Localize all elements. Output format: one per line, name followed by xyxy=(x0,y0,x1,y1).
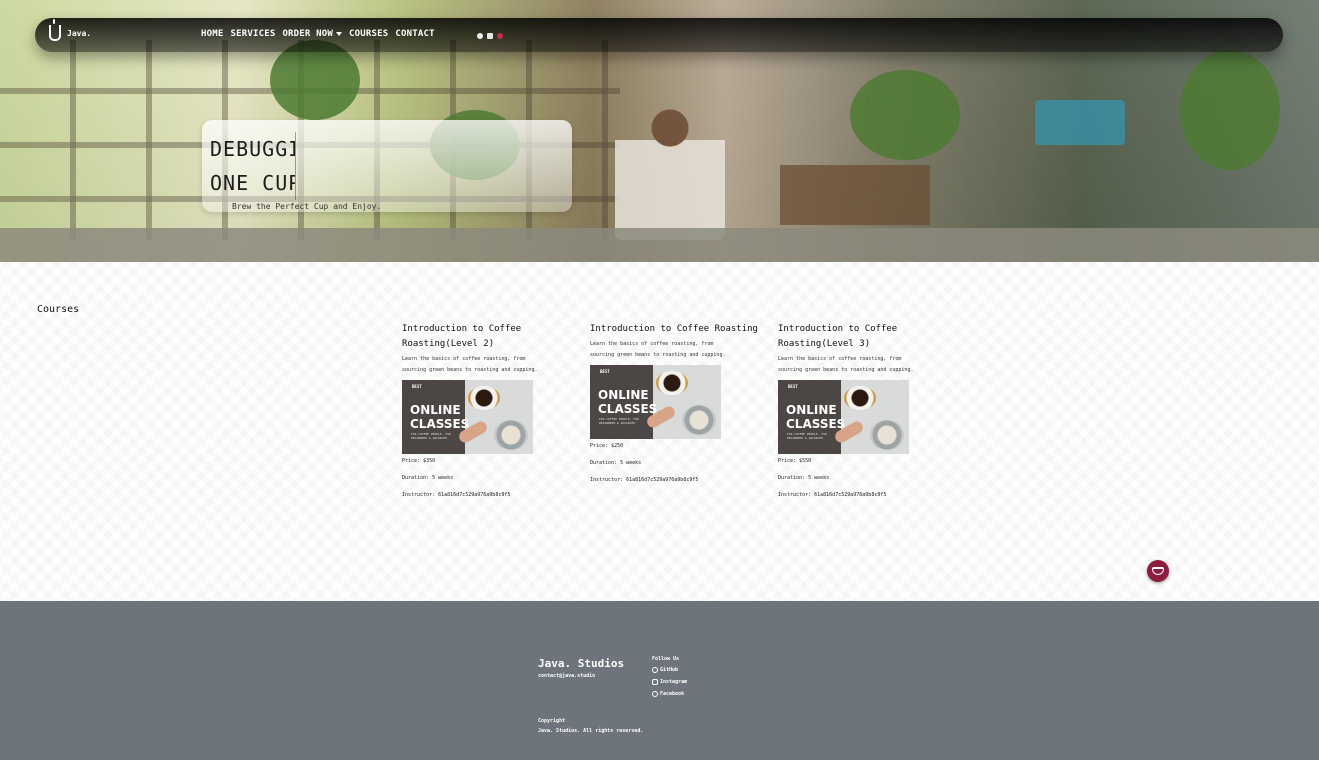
course-price: Price: $550 xyxy=(778,458,812,464)
course-thumbnail[interactable]: BEST ONLINE CLASSES FOR COFFEE PEOPLE, F… xyxy=(590,365,721,439)
thumb-headline: ONLINE CLASSES xyxy=(410,403,470,431)
thumb-note: FOR COFFEE PEOPLE, FOR BEGINNERS & ADVAN… xyxy=(787,432,827,440)
hero-counter-art xyxy=(0,228,1319,262)
nav-order-now-label: ORDER NOW xyxy=(282,29,334,39)
hero-headline: DEBUGGIN ONE CUP xyxy=(210,132,296,200)
footer-github-label: GitHub xyxy=(660,667,679,673)
footer-instagram-label: Instagram xyxy=(660,679,688,685)
course-card[interactable]: Introduction to Coffee Roasting Learn th… xyxy=(590,322,758,483)
hero-headline-line2: ONE CUP xyxy=(210,171,296,195)
course-title: Introduction to Coffee Roasting(Level 3) xyxy=(778,324,898,349)
hero-subline: Brew the Perfect Cup and Enjoy. xyxy=(232,202,382,211)
nav-courses-link[interactable]: COURSES xyxy=(349,29,388,39)
nav-icons xyxy=(477,33,503,39)
nav-order-now-dropdown[interactable]: ORDER NOW xyxy=(282,29,343,39)
thumb-note: FOR COFFEE PEOPLE, FOR BEGINNERS & ADVAN… xyxy=(411,432,451,440)
course-description: Learn the basics of coffee roasting, fro… xyxy=(402,356,538,373)
instagram-icon xyxy=(652,679,658,685)
hero-plant-art xyxy=(270,40,360,120)
facebook-icon xyxy=(652,691,658,697)
footer-brand: Java. Studios xyxy=(538,657,625,670)
footer-copyright-heading: Copyright xyxy=(538,718,566,724)
hero-shelf-art xyxy=(780,165,930,225)
footer: Java. Studios contact@java.studio Follow… xyxy=(0,601,1319,760)
course-instructor: Instructor: 61a816d7c529a976a9b8c9f5 xyxy=(778,492,887,498)
thumb-small-text: BEST xyxy=(788,384,798,389)
navbar: Java. HOME SERVICES ORDER NOW COURSES CO… xyxy=(35,18,1283,52)
thumb-note: FOR COFFEE PEOPLE, FOR BEGINNERS & ADVAN… xyxy=(599,417,639,425)
coffee-cup-image xyxy=(656,371,688,395)
hero-machine-art xyxy=(1035,100,1125,145)
footer-github-link[interactable]: GitHub xyxy=(652,667,678,673)
course-duration: Duration: 5 weeks xyxy=(590,460,642,466)
hero-card: DEBUGGIN ONE CUP Brew the Perfect Cup an… xyxy=(202,120,572,212)
course-description: Learn the basics of coffee roasting, fro… xyxy=(590,341,726,358)
coffee-cup-image xyxy=(844,386,876,410)
course-duration: Duration: 5 weeks xyxy=(778,475,830,481)
thumb-small-text: BEST xyxy=(412,384,422,389)
footer-follow-heading: Follow Us xyxy=(652,656,680,662)
hero-person-art xyxy=(615,100,725,240)
coffee-cup-image xyxy=(494,420,528,450)
footer-copyright-text: Java. Studios. All rights reserved. xyxy=(538,728,644,734)
course-price: Price: $350 xyxy=(402,458,436,464)
course-price: Price: $250 xyxy=(590,443,624,449)
chevron-down-icon xyxy=(336,31,343,36)
hero-plant-art xyxy=(1180,50,1280,170)
coffee-cup-image xyxy=(870,420,904,450)
thumb-small-text: BEST xyxy=(600,369,610,374)
footer-facebook-label: Facebook xyxy=(660,691,685,697)
hero-plant-art xyxy=(850,70,960,160)
course-thumbnail[interactable]: BEST ONLINE CLASSES FOR COFFEE PEOPLE, F… xyxy=(402,380,533,454)
coffee-cup-image xyxy=(682,405,716,435)
cart-icon[interactable] xyxy=(487,33,493,39)
course-duration: Duration: 5 weeks xyxy=(402,475,454,481)
coffee-cup-image xyxy=(468,386,500,410)
language-flag-icon[interactable] xyxy=(497,33,503,39)
nav-links: HOME SERVICES ORDER NOW COURSES CONTACT xyxy=(201,29,435,39)
course-card[interactable]: Introduction to Coffee Roasting(Level 2)… xyxy=(402,322,552,498)
course-title: Introduction to Coffee Roasting xyxy=(590,324,758,334)
course-title: Introduction to Coffee Roasting(Level 2) xyxy=(402,324,522,349)
chat-button[interactable] xyxy=(1147,560,1169,582)
nav-contact-link[interactable]: CONTACT xyxy=(395,29,434,39)
section-title: Courses xyxy=(37,304,80,315)
footer-instagram-link[interactable]: Instagram xyxy=(652,679,687,685)
github-icon xyxy=(652,667,658,673)
nav-services-link[interactable]: SERVICES xyxy=(230,29,275,39)
hero-banner: Java. HOME SERVICES ORDER NOW COURSES CO… xyxy=(0,0,1319,262)
course-instructor: Instructor: 61a816d7c529a976a9b8c9f5 xyxy=(402,492,511,498)
coffee-cup-icon xyxy=(49,19,61,41)
course-card[interactable]: Introduction to Coffee Roasting(Level 3)… xyxy=(778,322,928,498)
course-instructor: Instructor: 61a816d7c529a976a9b8c9f5 xyxy=(590,477,699,483)
course-description: Learn the basics of coffee roasting, fro… xyxy=(778,356,914,373)
footer-facebook-link[interactable]: Facebook xyxy=(652,691,684,697)
hero-headline-line1: DEBUGGIN xyxy=(210,137,295,161)
brand-logo[interactable]: Java. xyxy=(49,19,92,41)
footer-email-link[interactable]: contact@java.studio xyxy=(538,673,595,679)
thumb-headline: ONLINE CLASSES xyxy=(598,388,658,416)
thumb-headline: ONLINE CLASSES xyxy=(786,403,846,431)
coffee-cup-icon xyxy=(1152,567,1164,575)
courses-section: Courses Introduction to Coffee Roasting(… xyxy=(0,262,1319,601)
brand-name: Java. xyxy=(67,28,92,38)
nav-home-link[interactable]: HOME xyxy=(201,29,223,39)
course-thumbnail[interactable]: BEST ONLINE CLASSES FOR COFFEE PEOPLE, F… xyxy=(778,380,909,454)
user-icon[interactable] xyxy=(477,33,483,39)
